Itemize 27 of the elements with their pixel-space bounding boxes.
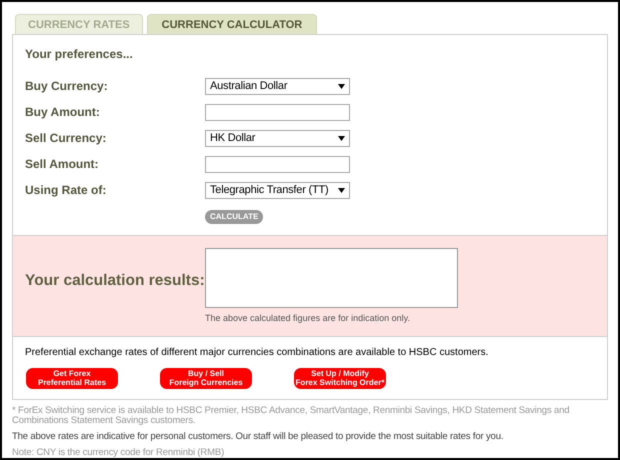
results-note: The above calculated figures are for indication only.	[205, 312, 411, 325]
footnote: Note: CNY is the currency code for Renminbi (RMB)	[12, 448, 226, 458]
caret-icon	[338, 188, 345, 192]
footnote: * ForEx Switching service is available to HSBC Premier, HSBC Advance, SmartVantage, Renminbi Savings, HKD Statement Savings and Combinations Statement Savings customers.	[12, 406, 570, 426]
results-box[interactable]	[205, 248, 458, 308]
footnote: The above rates are indicative for personal customers. Our staff will be pleased to provide the most suitable rates for you.	[12, 432, 504, 442]
section-heading: Your preferences...	[25, 46, 134, 63]
results-label: Your calculation results:	[25, 271, 205, 292]
offers-text: Preferential exchange rates of different major currencies combinations are available to HSBC customers.	[25, 346, 490, 360]
dropdown[interactable]: Australian Dollar	[205, 78, 350, 94]
input-field[interactable]	[205, 104, 350, 120]
field-label: Sell Amount:	[25, 156, 100, 173]
dropdown[interactable]: HK Dollar	[205, 130, 350, 146]
field-label: Using Rate of:	[25, 182, 108, 199]
dropdown[interactable]: Telegraphic Transfer (TT)	[205, 182, 350, 198]
caret-icon	[338, 84, 345, 88]
caret-icon	[338, 136, 345, 140]
offer-button[interactable]: Set Up / Modify Forex Switching Order*	[294, 368, 386, 388]
input-field[interactable]	[205, 156, 350, 172]
field-label: Buy Amount:	[25, 104, 101, 121]
field-label: Buy Currency:	[25, 78, 109, 95]
calculate-button[interactable]: CALCULATE	[205, 210, 264, 224]
field-label: Sell Currency:	[25, 130, 108, 147]
offer-button[interactable]: Buy / Sell Foreign Currencies	[160, 368, 252, 388]
offer-button[interactable]: Get Forex Preferential Rates	[26, 368, 118, 388]
tab[interactable]: CURRENCY CALCULATOR	[146, 14, 318, 34]
tab[interactable]: CURRENCY RATES	[15, 14, 143, 34]
